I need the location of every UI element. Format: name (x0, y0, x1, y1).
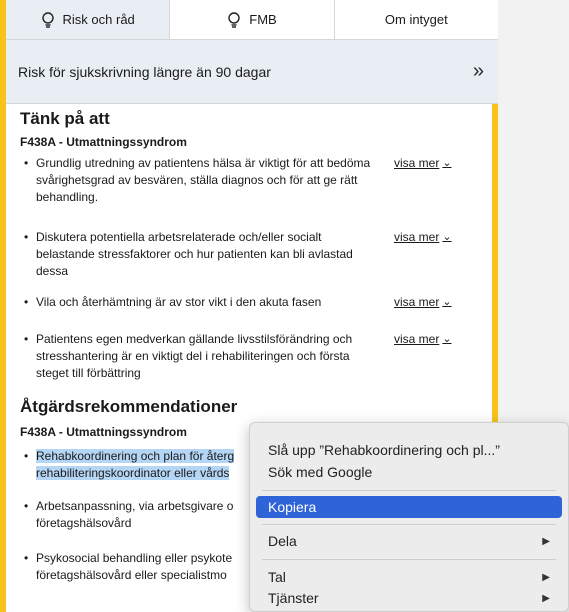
menu-divider (262, 524, 556, 525)
list-item-text: Patientens egen medverkan gällande livss… (36, 332, 353, 380)
menu-item-copy[interactable]: Kopiera (256, 496, 562, 518)
menu-item-speech[interactable]: Tal ▶ (256, 566, 562, 588)
visa-mer-link[interactable]: visa mer ⌄ (394, 331, 452, 382)
risk-header-label: Risk för sjukskrivning längre än 90 daga… (18, 63, 271, 80)
visa-mer-label: visa mer (394, 230, 440, 244)
list-item: • Diskutera potentiella arbetsrelaterade… (24, 229, 452, 280)
tab-fmb[interactable]: FMB (170, 0, 335, 39)
selected-text[interactable]: Rehabkoordinering och plan för återg (36, 449, 235, 463)
lightbulb-icon (41, 11, 54, 28)
list-item: • Patientens egen medverkan gällande liv… (24, 331, 452, 382)
visa-mer-label: visa mer (394, 156, 440, 170)
double-chevron-right-icon[interactable]: » (473, 60, 484, 83)
list-item-text: Vila och återhämtning är av stor vikt i … (36, 295, 322, 309)
think-title: Tänk på att (20, 109, 110, 128)
visa-mer-link[interactable]: visa mer ⌄ (394, 229, 452, 280)
menu-item-label: Dela (268, 533, 297, 549)
chevron-down-icon: ⌄ (442, 296, 452, 308)
visa-mer-link[interactable]: visa mer ⌄ (394, 294, 452, 311)
tab-label: Risk och råd (62, 12, 135, 27)
menu-item-share[interactable]: Dela ▶ (256, 530, 562, 552)
tab-om-intyget[interactable]: Om intyget (334, 0, 498, 39)
menu-item-label: Kopiera (268, 499, 317, 515)
submenu-arrow-icon: ▶ (542, 571, 550, 583)
menu-item-label: Tal (268, 569, 286, 585)
menu-item-label: Slå upp ”Rehabkoordinering och pl...” (268, 442, 500, 458)
tab-label: FMB (249, 12, 277, 27)
menu-item-label: Tjänster (268, 590, 319, 606)
actions-title: Åtgärdsrekommendationer (20, 397, 238, 416)
context-menu: Slå upp ”Rehabkoordinering och pl...” Sö… (249, 422, 569, 612)
list-item-text: företagshälsovård eller specialistmo (36, 568, 227, 582)
risk-header[interactable]: Risk för sjukskrivning längre än 90 daga… (6, 40, 498, 104)
lightbulb-icon (228, 11, 240, 28)
list-item-text: Grundlig utredning av patientens hälsa ä… (36, 156, 371, 204)
list-item: • Grundlig utredning av patientens hälsa… (24, 155, 452, 206)
menu-item-search-google[interactable]: Sök med Google (256, 461, 562, 483)
actions-diagnosis: F438A - Utmattningssyndrom (20, 425, 187, 439)
chevron-down-icon: ⌄ (442, 333, 452, 345)
menu-divider (262, 559, 556, 560)
submenu-arrow-icon: ▶ (542, 592, 550, 604)
selected-text[interactable]: rehabiliteringskoordinator eller vårds (36, 466, 230, 480)
menu-divider (262, 490, 556, 491)
list-item-text: Psykosocial behandling eller psykote (36, 551, 233, 565)
menu-item-label: Sök med Google (268, 464, 373, 480)
menu-item-services[interactable]: Tjänster ▶ (256, 587, 562, 609)
tab-bar: Risk och råd FMB Om intyget (6, 0, 498, 40)
list-item-text: Diskutera potentiella arbetsrelaterade o… (36, 230, 353, 278)
tab-risk-och-rad[interactable]: Risk och råd (6, 0, 171, 39)
chevron-down-icon: ⌄ (442, 157, 452, 169)
menu-item-lookup[interactable]: Slå upp ”Rehabkoordinering och pl...” (256, 439, 562, 461)
think-diagnosis: F438A - Utmattningssyndrom (20, 135, 187, 149)
list-item-text: företagshälsovård (36, 516, 132, 530)
list-item: • Vila och återhämtning är av stor vikt … (24, 294, 452, 311)
submenu-arrow-icon: ▶ (542, 535, 550, 547)
list-item-text: Arbetsanpassning, via arbetsgivare o (36, 499, 234, 513)
visa-mer-label: visa mer (394, 332, 440, 346)
tab-label: Om intyget (384, 12, 448, 27)
visa-mer-link[interactable]: visa mer ⌄ (394, 155, 452, 206)
chevron-down-icon: ⌄ (442, 231, 452, 243)
visa-mer-label: visa mer (394, 295, 440, 309)
